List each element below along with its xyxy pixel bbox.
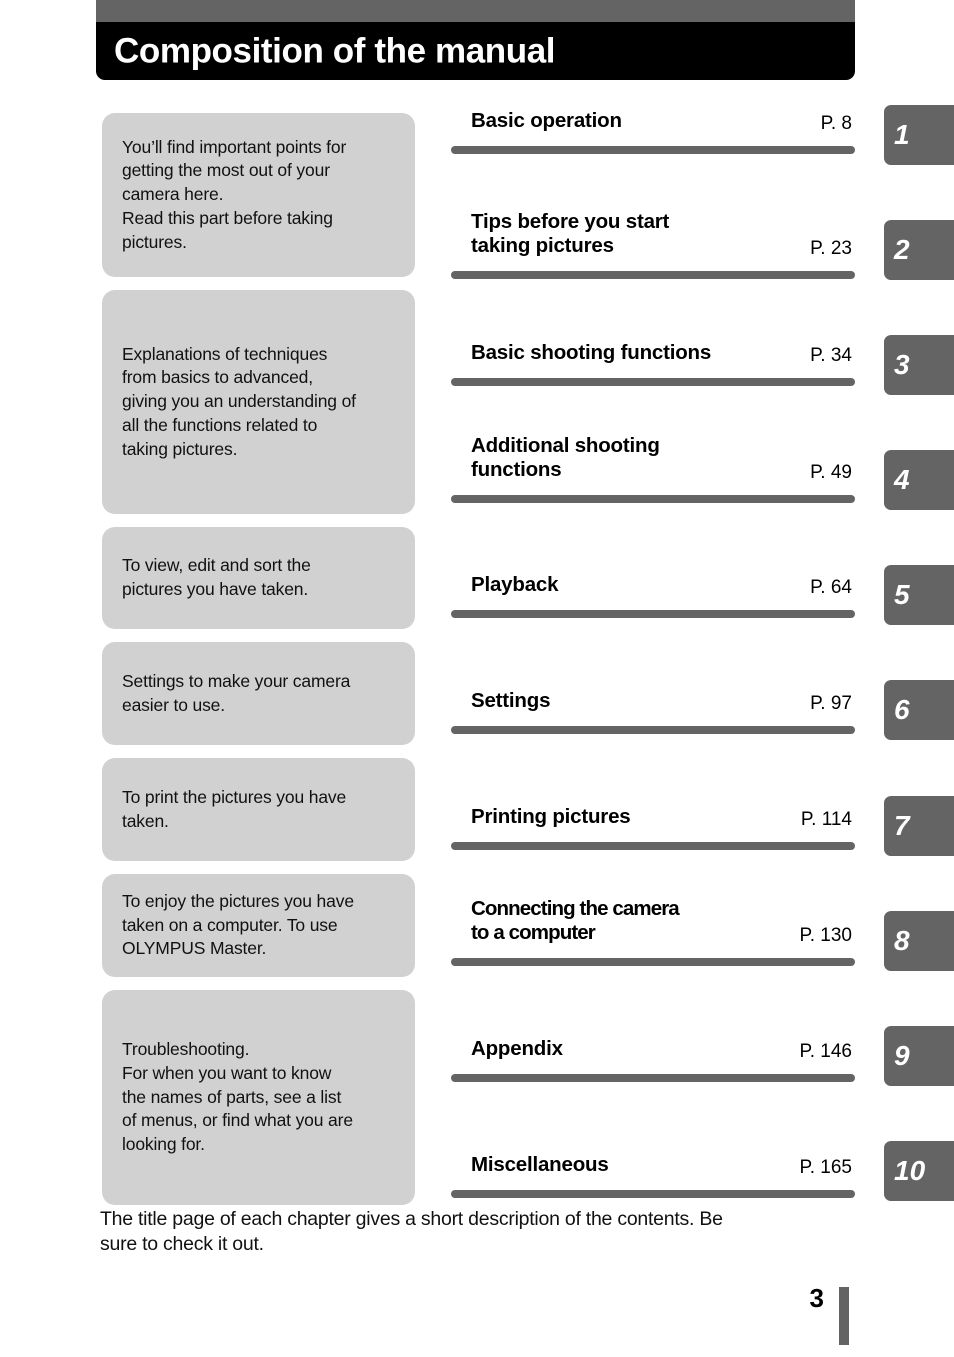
description-text: You’ll find important points for getting… [122, 136, 347, 252]
header-title-bar: Composition of the manual [96, 22, 855, 80]
chapter-title: Settings [471, 688, 551, 712]
chapter-entry-playback[interactable]: Playback P. 64 [451, 503, 855, 618]
chapter-rule [451, 1190, 855, 1198]
chapter-title: Basic operation [471, 108, 622, 132]
chapter-entry-tips-before-you-start[interactable]: Tips before you start taking pictures P.… [451, 154, 855, 279]
chapter-rule [451, 610, 855, 618]
description-text: To print the pictures you have taken. [122, 786, 347, 831]
chapter-entry-basic-operation[interactable]: Basic operation P. 8 [451, 105, 855, 154]
chapter-rule [451, 146, 855, 154]
chapter-page-number: P. 130 [799, 925, 852, 946]
chapter-entry-connecting-the-camera[interactable]: Connecting the camera to a computer P. 1… [451, 850, 855, 966]
chapter-page-number: P. 64 [810, 577, 852, 598]
page-number: 3 [809, 1283, 824, 1313]
page-number-bar [839, 1287, 849, 1345]
chapter-title: Basic shooting functions [471, 340, 712, 364]
description-box-basic-operation: You’ll find important points for getting… [102, 113, 415, 277]
description-text: Settings to make your camera easier to u… [122, 670, 351, 715]
description-text: Troubleshooting. For when you want to kn… [122, 1039, 353, 1155]
chapter-rule [451, 495, 855, 503]
chapter-tab-1[interactable]: 1 [884, 105, 954, 165]
chapter-rule [451, 271, 855, 279]
chapter-title: Playback [471, 572, 559, 596]
chapter-title: Connecting the camera to a computer [471, 896, 680, 944]
chapter-rule [451, 726, 855, 734]
description-text: To view, edit and sort the pictures you … [122, 555, 311, 599]
chapter-rule [451, 958, 855, 966]
chapter-tab-9[interactable]: 9 [884, 1026, 954, 1086]
chapter-title: Tips before you start taking pictures [471, 209, 670, 257]
chapter-page-number: P. 146 [799, 1041, 852, 1062]
chapter-tab-6[interactable]: 6 [884, 680, 954, 740]
chapter-entry-basic-shooting-functions[interactable]: Basic shooting functions P. 34 [451, 279, 855, 386]
chapter-rule [451, 842, 855, 850]
footer-caption: The title page of each chapter gives a s… [100, 1208, 723, 1255]
chapter-entry-settings[interactable]: Settings P. 97 [451, 618, 855, 734]
chapter-title: Printing pictures [471, 804, 631, 828]
chapter-list: Basic operation P. 8 Tips before you sta… [451, 105, 855, 1198]
chapter-entry-appendix[interactable]: Appendix P. 146 [451, 966, 855, 1082]
chapter-page-number: P. 97 [810, 693, 852, 714]
chapter-rule [451, 1074, 855, 1082]
description-box-printing: To print the pictures you have taken. [102, 758, 415, 861]
chapter-title: Miscellaneous [471, 1152, 609, 1176]
chapter-tab-5[interactable]: 5 [884, 565, 954, 625]
chapter-tab-10[interactable]: 10 [884, 1141, 954, 1201]
chapter-tab-8[interactable]: 8 [884, 911, 954, 971]
description-box-appendix: Troubleshooting. For when you want to kn… [102, 990, 415, 1205]
description-text: To enjoy the pictures you have taken on … [122, 890, 354, 959]
chapter-page-number: P. 8 [820, 113, 852, 134]
description-text: Explanations of techniques from basics t… [122, 343, 356, 459]
page-title: Composition of the manual [114, 31, 556, 71]
header-gray-bar [96, 0, 855, 22]
chapter-tab-3[interactable]: 3 [884, 335, 954, 395]
chapter-tab-4[interactable]: 4 [884, 450, 954, 510]
description-column: You’ll find important points for getting… [102, 113, 415, 1218]
chapter-page-number: P. 114 [800, 809, 852, 830]
chapter-title: Appendix [471, 1036, 563, 1060]
chapter-page-number: P. 34 [810, 345, 852, 366]
chapter-rule [451, 378, 855, 386]
description-box-shooting-functions: Explanations of techniques from basics t… [102, 290, 415, 514]
description-box-settings: Settings to make your camera easier to u… [102, 642, 415, 745]
description-box-computer: To enjoy the pictures you have taken on … [102, 874, 415, 977]
chapter-tab-7[interactable]: 7 [884, 796, 954, 856]
chapter-page-number: P. 23 [810, 238, 852, 259]
chapter-entry-printing-pictures[interactable]: Printing pictures P. 114 [451, 734, 855, 850]
chapter-entry-additional-shooting-functions[interactable]: Additional shooting functions P. 49 [451, 386, 855, 503]
chapter-page-number: P. 165 [799, 1157, 852, 1178]
description-box-playback: To view, edit and sort the pictures you … [102, 527, 415, 629]
chapter-entry-miscellaneous[interactable]: Miscellaneous P. 165 [451, 1082, 855, 1198]
chapter-page-number: P. 49 [810, 462, 852, 483]
chapter-tab-2[interactable]: 2 [884, 220, 954, 280]
chapter-title: Additional shooting functions [471, 433, 660, 481]
